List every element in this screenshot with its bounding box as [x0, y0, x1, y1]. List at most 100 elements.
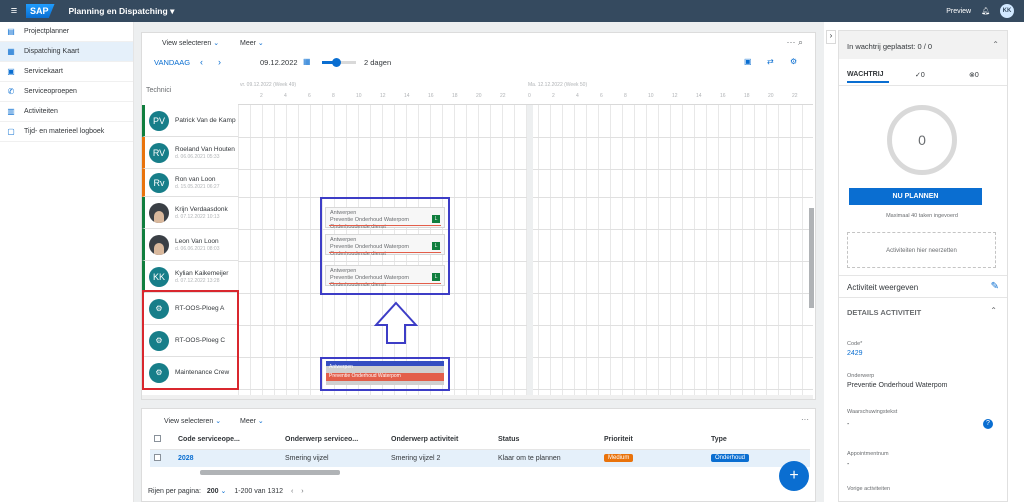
new-activity-block[interactable]: Antwerpen Preventie Onderhoud Waterpom	[326, 361, 444, 385]
rows-per-page-select[interactable]: 200	[207, 488, 219, 495]
technician-row[interactable]: Rv Ron van Loon d. 15.05.2021 06:27	[142, 169, 238, 197]
grid-line	[286, 105, 287, 395]
hamburger-menu-icon[interactable]: ≡	[4, 5, 24, 17]
table-view-select[interactable]: View selecteren ⌄	[164, 417, 221, 425]
layout-icon[interactable]: ▣	[744, 57, 752, 66]
column-header[interactable]: Code serviceope...	[174, 431, 281, 449]
drop-zone[interactable]: Activiteiten hier neerzetten	[847, 232, 996, 268]
table-scrollbar[interactable]	[200, 470, 340, 475]
tab-ok[interactable]: ✓0	[915, 71, 925, 79]
technician-row[interactable]: Krijn Verdaasdonk d. 07.12.2022 10:13	[142, 197, 238, 229]
tab-wachtrij[interactable]: WACHTRIJ	[847, 71, 889, 83]
technician-avatar: KK	[149, 266, 169, 287]
calendar-icon[interactable]: ▦	[303, 57, 311, 66]
hour-tick-label: 4	[284, 93, 287, 99]
bell-icon[interactable]: 🔔︎	[981, 7, 990, 15]
hour-tick-label: 10	[648, 93, 654, 99]
collapse-panel-icon[interactable]: ›	[826, 30, 836, 44]
edit-icon[interactable]: ✎	[991, 281, 999, 292]
next-arrow-icon[interactable]: ›	[218, 57, 221, 67]
sidebar-item-projectplanner[interactable]: ▤ Projectplanner	[0, 22, 133, 42]
technician-row[interactable]: RV Roeland Van Houten d. 06.06.2021 05:33	[142, 137, 238, 169]
select-all-checkbox[interactable]	[154, 435, 161, 443]
chevron-up-icon[interactable]: ⌃	[990, 306, 997, 315]
grid-line	[598, 105, 599, 395]
type-badge: Onderhoud	[711, 454, 750, 463]
app-title[interactable]: Planning en Dispatching ▾	[69, 6, 175, 17]
sap-logo[interactable]: SAP	[26, 4, 55, 18]
shell-bar: ≡ SAP Planning en Dispatching ▾ Preview …	[0, 0, 1024, 22]
horizontal-scrollbar[interactable]	[142, 395, 813, 399]
column-header[interactable]: Status	[494, 431, 600, 449]
sidebar-item-serviceoproepen[interactable]: ✆ Serviceoproepen	[0, 82, 133, 102]
add-fab-button[interactable]: +	[779, 461, 809, 491]
column-header[interactable]: Type	[707, 431, 810, 449]
details-title: DETAILS ACTIVITEIT	[847, 308, 922, 317]
settings-icon[interactable]: ⚙	[790, 57, 797, 66]
row-checkbox[interactable]	[154, 453, 161, 461]
technician-row[interactable]: KK Kylian Kaikemeijer d. 07.12.2022 13:28	[142, 261, 238, 293]
prev-arrow-icon[interactable]: ‹	[200, 57, 203, 67]
view-select-dropdown[interactable]: View selecteren ⌄	[162, 39, 219, 47]
sync-icon[interactable]: ⇄	[767, 57, 774, 66]
date-field[interactable]: 09.12.2022	[260, 58, 298, 67]
vertical-scrollbar[interactable]	[809, 208, 814, 308]
service-table-card: View selecteren ⌄ Meer ⌄ ··· Code servic…	[141, 408, 816, 502]
table-more-dropdown[interactable]: Meer ⌄	[240, 417, 264, 425]
subject-value: Preventie Onderhoud Waterpom	[847, 382, 948, 389]
sidebar-item-logboek[interactable]: ▢ Tijd- en materieel logboek	[0, 122, 133, 142]
code-label: Code*	[847, 341, 863, 347]
technician-header: Technici	[146, 87, 172, 94]
column-header[interactable]: Onderwerp activiteit	[387, 431, 494, 449]
zoom-slider[interactable]	[322, 58, 356, 67]
weekend-separator	[527, 105, 533, 395]
code-value[interactable]: 2429	[847, 350, 863, 357]
grid-line	[490, 105, 491, 395]
technician-avatar: RV	[149, 142, 169, 163]
more-dropdown[interactable]: Meer ⌄	[240, 39, 264, 47]
queue-count: 0	[887, 105, 957, 175]
technician-name: Ron van Loon	[175, 175, 216, 183]
prev-page-icon[interactable]: ‹	[291, 488, 293, 495]
grid-line	[730, 105, 731, 395]
tab-rejected[interactable]: ⊗0	[969, 71, 979, 79]
grid-line	[454, 105, 455, 395]
grid-line	[514, 105, 515, 395]
hour-tick-label: 0	[528, 93, 531, 99]
column-header[interactable]: Prioriteit	[600, 431, 707, 449]
today-button[interactable]: VANDAAG	[154, 58, 190, 67]
technician-row[interactable]: PV Patrick Van de Kamp	[142, 105, 238, 137]
sidebar-item-dispatching-kaart[interactable]: ▦ Dispatching Kaart	[0, 42, 133, 62]
hour-tick-label: 2	[552, 93, 555, 99]
help-icon[interactable]: ?	[983, 419, 993, 429]
subject-cell: Smering vijzel	[285, 454, 329, 462]
grid-line	[766, 105, 767, 395]
technician-row[interactable]: Leon Van Loon d. 06.06.2021 08:03	[142, 229, 238, 261]
technician-name: Patrick Van de Kamp	[175, 116, 236, 124]
column-header[interactable]: Onderwerp serviceo...	[281, 431, 387, 449]
queue-title: In wachtrij geplaatst: 0 / 0	[847, 42, 933, 51]
plan-now-button[interactable]: NU PLANNEN	[849, 188, 982, 205]
table-row[interactable]: 2028 Smering vijzel Smering vijzel 2 Kla…	[150, 449, 810, 467]
user-avatar[interactable]: KK	[1000, 4, 1014, 18]
hour-tick-label: 6	[600, 93, 603, 99]
show-activity-label: Activiteit weergeven	[847, 283, 919, 292]
appointment-label: Appointmentnum	[847, 451, 889, 457]
grid-line	[634, 105, 635, 395]
subject-label: Onderwerp	[847, 373, 875, 379]
code-cell[interactable]: 2028	[174, 449, 281, 467]
grid-line	[610, 105, 611, 395]
next-page-icon[interactable]: ›	[301, 488, 303, 495]
hour-tick-label: 6	[308, 93, 311, 99]
sidebar-item-activiteiten[interactable]: ▥ Activiteiten	[0, 102, 133, 122]
overflow-icon[interactable]: ···	[801, 415, 809, 424]
grid-line	[298, 105, 299, 395]
sidebar-item-servicekaart[interactable]: ▣ Servicekaart	[0, 62, 133, 82]
max-note: Maximaal 40 taken ingevoerd	[886, 213, 958, 219]
hour-tick-label: 10	[356, 93, 362, 99]
preview-label[interactable]: Preview	[946, 8, 971, 15]
grid-line	[742, 105, 743, 395]
search-icon[interactable]: ··· ⌕	[786, 37, 803, 48]
day1-label: vr. 09.12.2022 (Week 49)	[240, 82, 297, 88]
chevron-up-icon[interactable]: ⌃	[992, 40, 999, 49]
